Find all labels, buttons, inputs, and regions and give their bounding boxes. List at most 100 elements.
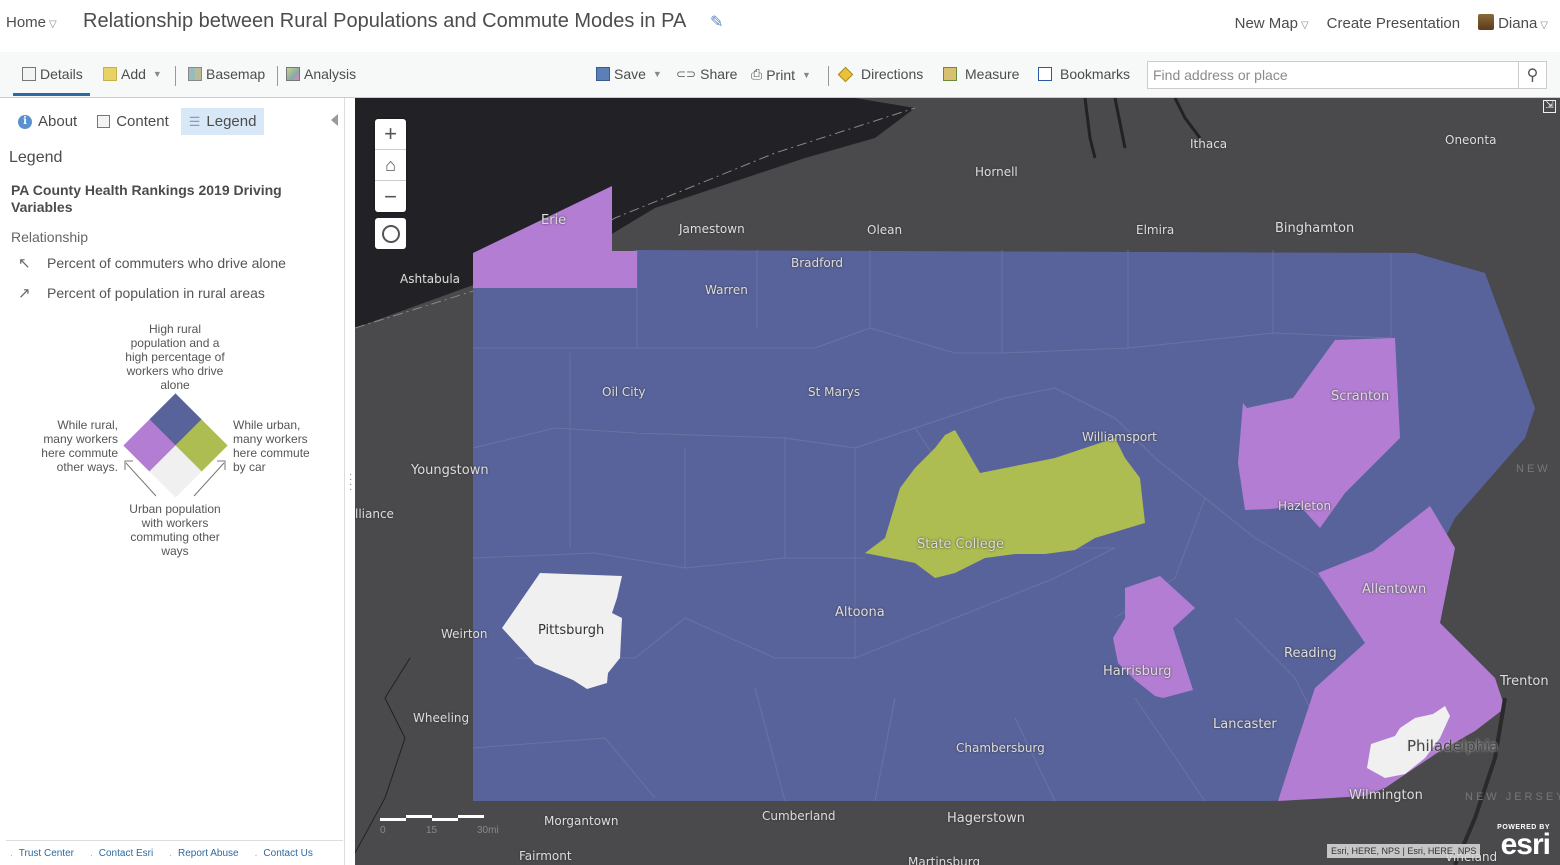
analysis-icon — [286, 67, 300, 81]
divider — [175, 66, 176, 86]
tab-about-label: About — [38, 113, 78, 130]
legend-icon: ☰ — [188, 113, 201, 129]
chevron-down-icon: ▽ — [49, 19, 57, 30]
share-label: Share — [700, 66, 738, 82]
divider — [828, 66, 829, 86]
footer-link-trust-center[interactable]: . Trust Center — [10, 848, 74, 859]
city-label: Harrisburg — [1103, 664, 1172, 679]
chevron-down-icon: ▽ — [1540, 20, 1548, 31]
city-label: Wilmington — [1349, 788, 1423, 803]
add-icon — [103, 67, 117, 81]
city-label: Hagerstown — [947, 811, 1026, 826]
city-label: Binghamton — [1275, 221, 1355, 236]
scale-tick: 30mi — [477, 825, 499, 836]
info-icon: i — [18, 114, 32, 129]
printer-icon: ⎙ — [751, 66, 763, 82]
map-view[interactable]: ⇲ + ⌂ − Ithaca Oneonta Hornell Erie Jame… — [355, 98, 1560, 865]
city-label: Scranton — [1331, 389, 1390, 404]
city-label: Hornell — [975, 165, 1018, 179]
home-extent-button[interactable]: ⌂ — [375, 150, 406, 181]
expand-icon[interactable]: ⇲ — [1543, 100, 1556, 113]
city-label: Bradford — [791, 256, 844, 270]
basemap-icon — [188, 67, 202, 81]
chevron-down-icon: ▼ — [802, 69, 811, 80]
bookmarks-button[interactable]: Bookmarks — [1038, 66, 1130, 82]
directions-icon — [837, 66, 854, 82]
save-label: Save — [614, 66, 646, 82]
basemap-button[interactable]: Basemap — [188, 66, 265, 82]
analysis-button[interactable]: Analysis — [286, 66, 356, 82]
city-label: State College — [917, 537, 1005, 552]
locate-button[interactable] — [375, 218, 406, 249]
city-label: Allentown — [1362, 582, 1427, 597]
city-label: Trenton — [1500, 674, 1549, 689]
city-label: Altoona — [835, 605, 885, 620]
footer-divider — [6, 840, 343, 841]
city-label: Erie — [541, 213, 567, 228]
city-label: Chambersburg — [956, 741, 1045, 755]
create-presentation-link[interactable]: Create Presentation — [1327, 15, 1460, 32]
axis-row-rural: ↗ Percent of population in rural areas — [18, 284, 265, 302]
state-label: NEW — [1516, 463, 1551, 475]
bookmarks-label: Bookmarks — [1060, 66, 1131, 82]
legend-label-top: High rural population and a high percent… — [125, 322, 225, 392]
save-icon — [596, 67, 610, 81]
search-input[interactable] — [1148, 62, 1518, 88]
edit-pencil-icon[interactable]: ✎ — [710, 12, 723, 32]
city-label: Ithaca — [1190, 137, 1228, 151]
details-icon — [22, 67, 36, 81]
avatar — [1478, 14, 1495, 30]
city-label: Hazleton — [1278, 499, 1332, 513]
city-label: Reading — [1284, 646, 1337, 661]
content-icon — [97, 115, 111, 128]
collapse-panel-icon[interactable] — [331, 114, 338, 126]
tab-legend[interactable]: ☰ Legend — [180, 108, 265, 135]
footer-link-report-abuse[interactable]: . Report Abuse — [169, 848, 238, 859]
directions-button[interactable]: Directions — [837, 66, 923, 82]
footer-link-contact-us[interactable]: . Contact Us — [255, 848, 313, 859]
legend-label-left: While rural, many workers here commute o… — [41, 418, 118, 474]
zoom-out-button[interactable]: − — [375, 181, 406, 212]
home-menu[interactable]: Home ▽ — [6, 14, 57, 31]
scale-bar: 0 15 30mi — [380, 815, 499, 836]
city-label: Cumberland — [762, 809, 836, 823]
panel-resize-handle[interactable]: · · · · — [349, 470, 352, 495]
tab-about[interactable]: i About — [10, 108, 85, 135]
details-button[interactable]: Details — [22, 66, 83, 82]
city-label: Elmira — [1136, 223, 1175, 237]
share-button[interactable]: ⊂⊃ Share — [676, 66, 737, 82]
measure-label: Measure — [965, 66, 1020, 82]
map-title: Relationship between Rural Populations a… — [83, 10, 687, 32]
search-icon: ⚲ — [1526, 67, 1539, 84]
city-label: St Marys — [808, 385, 861, 399]
city-label: lliance — [355, 507, 394, 521]
new-map-menu[interactable]: New Map ▽ — [1235, 15, 1309, 32]
measure-button[interactable]: Measure — [943, 66, 1019, 82]
details-active-indicator — [13, 93, 90, 96]
chevron-down-icon: ▽ — [1300, 19, 1309, 31]
home-icon: ⌂ — [385, 154, 396, 175]
search-button[interactable]: ⚲ — [1518, 62, 1546, 88]
top-bar: Home ▽ Relationship between Rural Populat… — [0, 0, 1560, 52]
layer-title: PA County Health Rankings 2019 Driving V… — [11, 182, 282, 215]
footer-link-contact-esri[interactable]: . Contact Esri — [90, 848, 153, 859]
city-label: Weirton — [441, 627, 488, 641]
add-button[interactable]: Add ▼ — [103, 66, 162, 82]
esri-wordmark: esri — [1500, 828, 1551, 861]
details-label: Details — [40, 66, 83, 82]
print-button[interactable]: ⎙ Print ▼ — [751, 66, 811, 83]
relationship-heading: Relationship — [11, 229, 89, 245]
arrow-up-left-icon: ↖ — [18, 255, 31, 272]
toolbar: Details Add ▼ Basemap Analysis Save ▼ ⊂⊃ Sh… — [0, 52, 1560, 98]
divider — [277, 66, 278, 86]
river — [1083, 98, 1202, 159]
city-label: Youngstown — [411, 463, 489, 478]
map-attribution[interactable]: Esri, HERE, NPS | Esri, HERE, NPS — [1327, 844, 1481, 858]
tab-content[interactable]: Content — [89, 108, 177, 135]
zoom-in-button[interactable]: + — [375, 119, 406, 150]
city-label: Lancaster — [1213, 717, 1277, 732]
user-menu[interactable]: Diana ▽ — [1478, 14, 1548, 32]
axis-label: Percent of commuters who drive alone — [47, 255, 286, 271]
axis-label: Percent of population in rural areas — [47, 285, 265, 301]
save-button[interactable]: Save ▼ — [596, 66, 662, 82]
